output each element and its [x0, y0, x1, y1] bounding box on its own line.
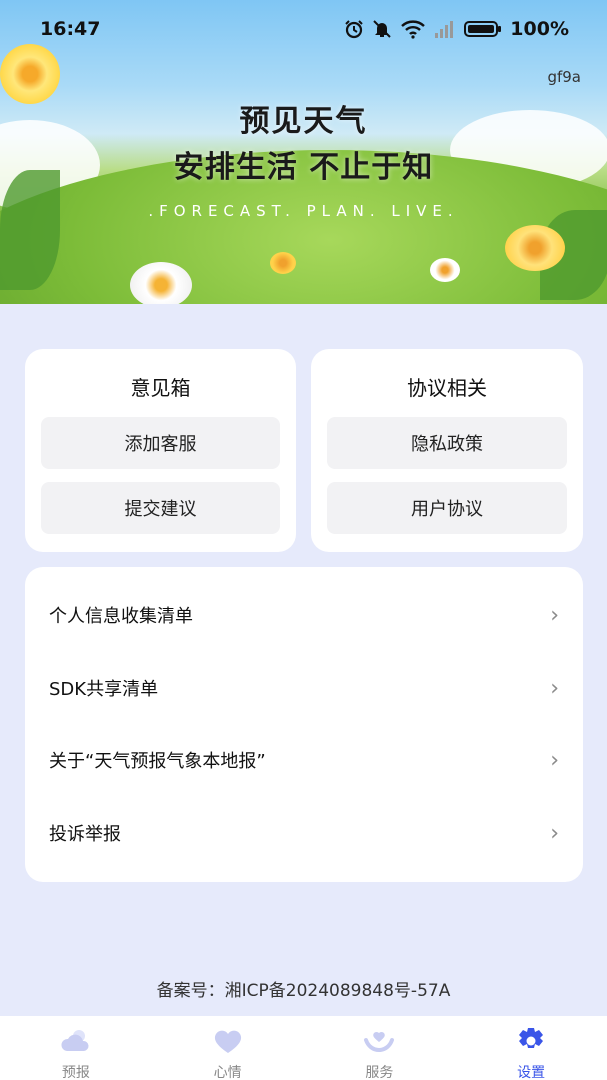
add-customer-service-button[interactable]: 添加客服 — [41, 417, 280, 469]
status-bar: 16:47 100% — [0, 0, 607, 58]
feedback-card: 意见箱 添加客服 提交建议 — [25, 349, 296, 552]
tab-label: 设置 — [517, 1065, 546, 1080]
list-item-complaint[interactable]: 投诉举报 › — [25, 797, 583, 869]
slogan-title: 预见天气 — [239, 104, 368, 139]
icp-record: 备案号：湘ICP备2024089848号-57A — [156, 981, 451, 1001]
alarm-icon — [344, 19, 364, 39]
flower-decoration — [130, 262, 192, 304]
slogan-subtitle: 安排生活 不止于知 — [173, 150, 434, 185]
submit-suggestion-button[interactable]: 提交建议 — [41, 482, 280, 534]
list-item-label: SDK共享清单 — [49, 679, 159, 700]
list-item-label: 投诉举报 — [49, 824, 121, 845]
slogan-english: .FORECAST. PLAN. LIVE. — [148, 202, 459, 220]
chevron-right-icon: › — [550, 747, 559, 773]
agreement-card-title: 协议相关 — [407, 376, 487, 400]
battery-percent: 100% — [510, 18, 569, 40]
tab-mood[interactable]: 心情 — [152, 1016, 304, 1080]
agreement-card: 协议相关 隐私政策 用户协议 — [311, 349, 583, 552]
list-item-label: 个人信息收集清单 — [49, 606, 193, 627]
list-item-about[interactable]: 关于“天气预报气象本地报” › — [25, 724, 583, 796]
tab-settings[interactable]: 设置 — [455, 1016, 607, 1080]
hands-heart-icon — [362, 1026, 396, 1060]
status-time: 16:47 — [40, 18, 101, 40]
tab-forecast[interactable]: 预报 — [0, 1016, 152, 1080]
tab-label: 预报 — [61, 1065, 90, 1080]
heart-icon — [211, 1026, 245, 1060]
list-item-sdk[interactable]: SDK共享清单 › — [25, 652, 583, 724]
settings-list: 个人信息收集清单 › SDK共享清单 › 关于“天气预报气象本地报” › 投诉举… — [25, 567, 583, 882]
bottom-tab-bar: 预报 心情 服务 设置 — [0, 1016, 607, 1080]
flower-decoration — [270, 252, 296, 274]
leaf-decoration — [0, 170, 60, 290]
privacy-policy-button[interactable]: 隐私政策 — [327, 417, 567, 469]
list-item-label: 关于“天气预报气象本地报” — [49, 751, 266, 772]
cloud-sun-icon — [59, 1026, 93, 1060]
flower-decoration — [430, 258, 460, 282]
code-tag: gf9a — [547, 68, 581, 86]
chevron-right-icon: › — [550, 820, 559, 846]
tab-label: 服务 — [365, 1065, 394, 1080]
flower-decoration — [505, 225, 565, 271]
gear-icon — [514, 1026, 548, 1060]
signal-icon — [434, 19, 456, 39]
tab-label: 心情 — [213, 1065, 242, 1080]
mute-bell-icon — [372, 19, 392, 39]
chevron-right-icon: › — [550, 675, 559, 701]
wifi-icon — [400, 19, 426, 39]
battery-icon — [464, 19, 502, 39]
feedback-card-title: 意见箱 — [130, 376, 191, 400]
user-agreement-button[interactable]: 用户协议 — [327, 482, 567, 534]
list-item-personal-info[interactable]: 个人信息收集清单 › — [25, 579, 583, 651]
chevron-right-icon: › — [550, 602, 559, 628]
tab-service[interactable]: 服务 — [304, 1016, 456, 1080]
